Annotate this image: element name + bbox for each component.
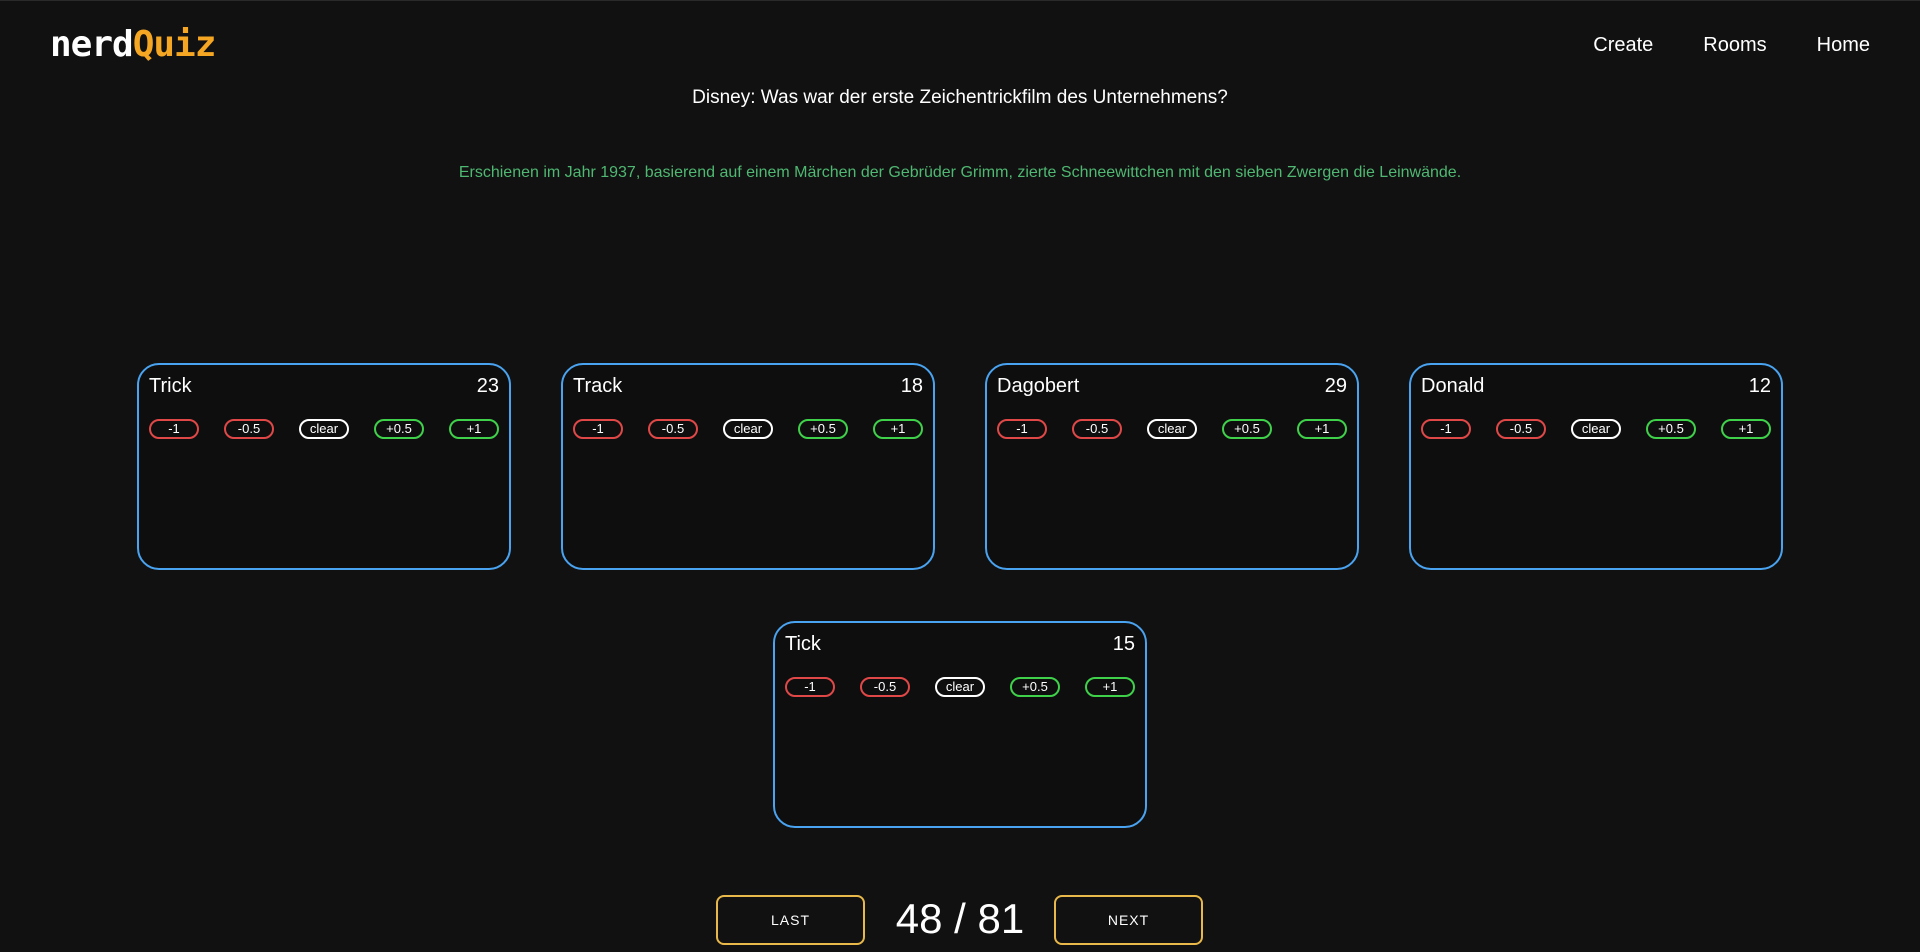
nav-rooms-link[interactable]: Rooms [1703,31,1766,59]
minus-one-button[interactable]: -1 [573,419,623,439]
plus-half-button[interactable]: +0.5 [1646,419,1696,439]
player-score: 29 [1324,375,1347,397]
minus-half-button[interactable]: -0.5 [860,677,910,697]
minus-one-button[interactable]: -1 [785,677,835,697]
score-buttons: -1 -0.5 clear +0.5 +1 [997,419,1347,439]
player-card-tick: Tick 15 -1 -0.5 clear +0.5 +1 [773,621,1147,828]
nav-home-link[interactable]: Home [1817,31,1870,59]
plus-one-button[interactable]: +1 [1297,419,1347,439]
last-question-button[interactable]: LAST [716,895,865,945]
logo-text-quiz: Quiz [132,24,217,65]
top-nav: Create Rooms Home [1593,31,1870,59]
clear-button[interactable]: clear [723,419,773,439]
clear-button[interactable]: clear [299,419,349,439]
next-question-button[interactable]: NEXT [1054,895,1203,945]
player-name: Tick [785,633,821,655]
player-name: Track [573,375,623,397]
minus-one-button[interactable]: -1 [149,419,199,439]
player-card-track: Track 18 -1 -0.5 clear +0.5 +1 [561,363,935,570]
minus-half-button[interactable]: -0.5 [224,419,274,439]
minus-one-button[interactable]: -1 [1421,419,1471,439]
clear-button[interactable]: clear [1571,419,1621,439]
player-card-trick: Trick 23 -1 -0.5 clear +0.5 +1 [137,363,511,570]
player-name: Dagobert [997,375,1080,397]
score-buttons: -1 -0.5 clear +0.5 +1 [573,419,923,439]
player-card-dagobert: Dagobert 29 -1 -0.5 clear +0.5 +1 [985,363,1359,570]
minus-half-button[interactable]: -0.5 [648,419,698,439]
nav-create-link[interactable]: Create [1593,31,1653,59]
player-name: Donald [1421,375,1485,397]
player-score: 23 [476,375,499,397]
plus-one-button[interactable]: +1 [449,419,499,439]
question-text: Disney: Was war der erste Zeichentrickfi… [692,87,1228,108]
player-score: 12 [1748,375,1771,397]
minus-one-button[interactable]: -1 [997,419,1047,439]
plus-half-button[interactable]: +0.5 [1222,419,1272,439]
plus-one-button[interactable]: +1 [1085,677,1135,697]
player-name: Trick [149,375,192,397]
plus-one-button[interactable]: +1 [873,419,923,439]
clear-button[interactable]: clear [1147,419,1197,439]
plus-half-button[interactable]: +0.5 [798,419,848,439]
score-buttons: -1 -0.5 clear +0.5 +1 [149,419,499,439]
player-score: 18 [900,375,923,397]
plus-one-button[interactable]: +1 [1721,419,1771,439]
nerdquiz-logo[interactable]: nerdQuiz [50,24,217,65]
plus-half-button[interactable]: +0.5 [374,419,424,439]
player-card-donald: Donald 12 -1 -0.5 clear +0.5 +1 [1409,363,1783,570]
question-counter: 48 / 81 [895,895,1025,942]
score-buttons: -1 -0.5 clear +0.5 +1 [785,677,1135,697]
clear-button[interactable]: clear [935,677,985,697]
minus-half-button[interactable]: -0.5 [1072,419,1122,439]
score-buttons: -1 -0.5 clear +0.5 +1 [1421,419,1771,439]
logo-text-nerd: nerd [50,24,134,65]
answer-text: Erschienen im Jahr 1937, basierend auf e… [458,164,1462,181]
minus-half-button[interactable]: -0.5 [1496,419,1546,439]
player-score: 15 [1112,633,1135,655]
plus-half-button[interactable]: +0.5 [1010,677,1060,697]
